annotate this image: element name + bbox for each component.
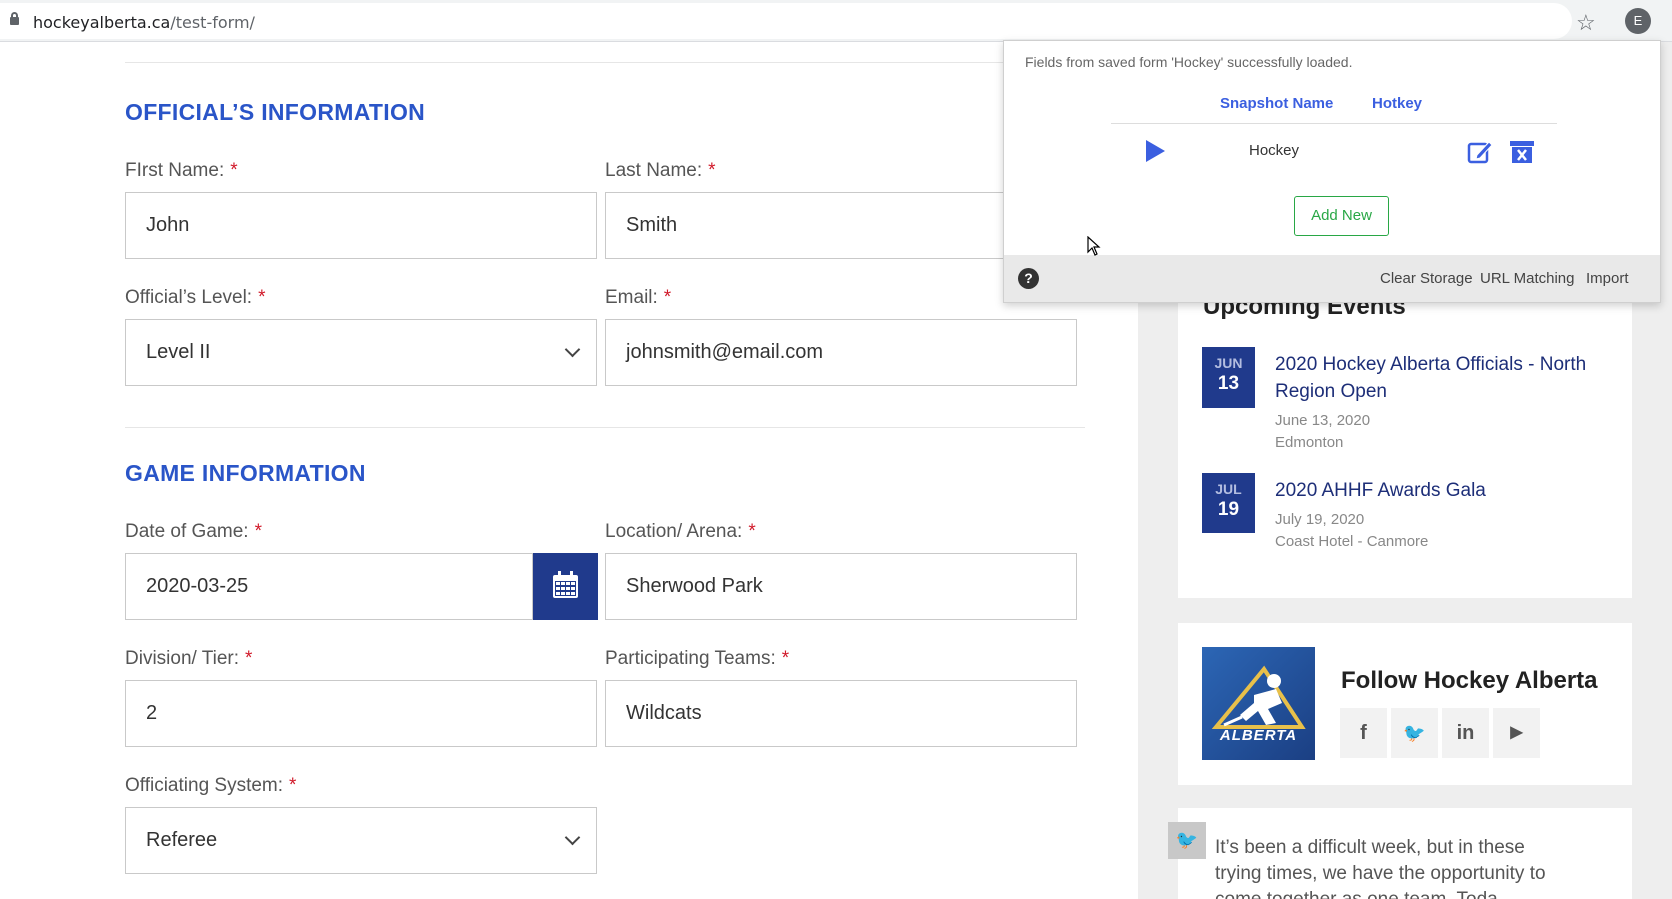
popup-footer: ? Clear Storage URL Matching Import bbox=[1004, 255, 1660, 302]
facebook-icon[interactable]: f bbox=[1340, 708, 1389, 758]
teams-input[interactable]: Wildcats bbox=[605, 680, 1077, 747]
system-select-value: Referee bbox=[146, 829, 218, 851]
registration-form: OFFICIAL’S INFORMATION FIrst Name: * John… bbox=[0, 42, 1140, 899]
system-label: Officiating System: * bbox=[125, 775, 297, 796]
system-select[interactable]: Referee bbox=[125, 807, 597, 874]
chevron-down-icon bbox=[564, 341, 581, 358]
delete-icon[interactable] bbox=[1509, 139, 1535, 165]
section-title-officials: OFFICIAL’S INFORMATION bbox=[125, 99, 426, 125]
browser-toolbar: hockeyalberta.ca/test-form/ ☆ E bbox=[0, 0, 1672, 42]
clear-storage-link[interactable]: Clear Storage bbox=[1380, 270, 1473, 287]
location-label: Location/ Arena: * bbox=[605, 521, 756, 542]
hockey-alberta-logo[interactable]: ALBERTA bbox=[1202, 647, 1315, 760]
snapshot-name: Hockey bbox=[1249, 142, 1300, 159]
address-bar[interactable]: hockeyalberta.ca/test-form/ ☆ bbox=[0, 3, 1596, 39]
url-text[interactable]: hockeyalberta.ca/test-form/ bbox=[33, 13, 255, 32]
level-select-value: Level II bbox=[146, 341, 211, 363]
date-label: Date of Game: * bbox=[125, 521, 262, 542]
teams-label: Participating Teams: * bbox=[605, 648, 790, 669]
tweet-text: It’s been a difficult week, but in these… bbox=[1215, 837, 1546, 899]
column-hotkey: Hotkey bbox=[1372, 95, 1423, 112]
event-date: June 13, 2020 bbox=[1275, 412, 1371, 429]
event-date: July 19, 2020 bbox=[1275, 511, 1365, 528]
section-title-game: GAME INFORMATION bbox=[125, 460, 366, 486]
follow-title: Follow Hockey Alberta bbox=[1341, 667, 1598, 694]
level-select[interactable]: Level II bbox=[125, 319, 597, 386]
first-name-label: FIrst Name: * bbox=[125, 160, 238, 181]
email-label: Email: * bbox=[605, 287, 672, 308]
import-link[interactable]: Import bbox=[1586, 270, 1629, 287]
event-title-link[interactable]: 2020 Hockey Alberta Officials - North Re… bbox=[1275, 351, 1605, 405]
divider bbox=[125, 62, 1085, 63]
division-label: Division/ Tier: * bbox=[125, 648, 253, 669]
status-message: Fields from saved form 'Hockey' successf… bbox=[1025, 54, 1353, 70]
calendar-icon bbox=[553, 571, 578, 598]
youtube-icon[interactable]: ▶ bbox=[1493, 708, 1542, 758]
divider bbox=[125, 427, 1085, 428]
date-input[interactable]: 2020-03-25 bbox=[125, 553, 533, 620]
first-name-input[interactable]: John bbox=[125, 192, 597, 259]
event-location: Edmonton bbox=[1275, 434, 1344, 451]
play-icon[interactable] bbox=[1146, 140, 1165, 162]
form-filler-popup: Fields from saved form 'Hockey' successf… bbox=[1003, 40, 1661, 303]
add-new-button[interactable]: Add New bbox=[1294, 196, 1389, 236]
extension-avatar[interactable]: E bbox=[1625, 8, 1651, 34]
linkedin-icon[interactable]: in bbox=[1442, 708, 1491, 758]
last-name-label: Last Name: * bbox=[605, 160, 716, 181]
division-input[interactable]: 2 bbox=[125, 680, 597, 747]
calendar-button[interactable] bbox=[533, 553, 598, 620]
level-label: Official’s Level: * bbox=[125, 287, 266, 308]
lock-icon[interactable] bbox=[10, 12, 19, 25]
location-input[interactable]: Sherwood Park bbox=[605, 553, 1077, 620]
event-location: Coast Hotel - Canmore bbox=[1275, 533, 1429, 550]
mouse-cursor-icon bbox=[1087, 236, 1101, 256]
event-date-badge: JUL 19 bbox=[1202, 473, 1255, 533]
url-matching-link[interactable]: URL Matching bbox=[1480, 270, 1574, 287]
twitter-icon: 🐦 bbox=[1168, 822, 1206, 859]
email-input[interactable]: johnsmith@email.com bbox=[605, 319, 1077, 386]
help-icon[interactable]: ? bbox=[1018, 268, 1039, 289]
divider bbox=[1111, 123, 1557, 124]
event-title-link[interactable]: 2020 AHHF Awards Gala bbox=[1275, 477, 1605, 504]
column-snapshot-name: Snapshot Name bbox=[1220, 95, 1334, 112]
edit-icon[interactable] bbox=[1467, 139, 1493, 165]
chevron-down-icon bbox=[564, 829, 581, 846]
twitter-icon[interactable]: 🐦 bbox=[1391, 708, 1440, 758]
bookmark-star-icon[interactable]: ☆ bbox=[1576, 9, 1596, 37]
event-date-badge: JUN 13 bbox=[1202, 347, 1255, 408]
